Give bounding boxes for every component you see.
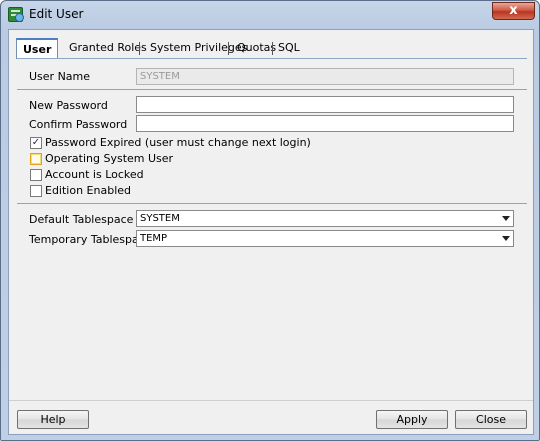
title-bar: Edit User x: [1, 1, 539, 29]
user-tab-panel: User Name SYSTEM New Password Confirm Pa…: [17, 58, 527, 408]
apply-button[interactable]: Apply: [376, 410, 448, 429]
edit-user-icon: [8, 7, 24, 22]
new-password-label: New Password: [29, 99, 108, 112]
user-name-label: User Name: [29, 70, 91, 83]
operating-system-user-label: Operating System User: [45, 152, 174, 165]
tab-strip: User Granted Roles System Privileges Quo…: [16, 38, 526, 59]
account-locked-checkbox[interactable]: [30, 169, 42, 181]
chevron-down-icon: [502, 236, 510, 241]
footer-divider: [9, 400, 533, 401]
close-button[interactable]: Close: [455, 410, 527, 429]
new-password-field[interactable]: [136, 96, 514, 113]
default-tablespace-value: SYSTEM: [140, 213, 180, 224]
default-tablespace-select[interactable]: SYSTEM: [136, 210, 514, 227]
chevron-down-icon: [502, 216, 510, 221]
default-tablespace-label: Default Tablespace: [29, 213, 134, 226]
edit-user-dialog: Edit User x User Granted Roles System Pr…: [0, 0, 540, 441]
dialog-content: User Granted Roles System Privileges Quo…: [8, 29, 534, 435]
password-expired-checkbox[interactable]: ✓: [30, 137, 42, 149]
temporary-tablespace-label: Temporary Tablespace: [29, 233, 152, 246]
edition-enabled-label: Edition Enabled: [45, 184, 132, 197]
window-close-button[interactable]: x: [492, 2, 535, 20]
password-expired-label: Password Expired (user must change next …: [45, 136, 311, 149]
tab-separator: [139, 42, 140, 55]
confirm-password-label: Confirm Password: [29, 118, 128, 131]
edition-enabled-checkbox[interactable]: [30, 185, 42, 197]
divider: [17, 89, 527, 90]
user-name-field: SYSTEM: [136, 68, 514, 85]
tab-sql[interactable]: SQL: [274, 40, 304, 58]
tab-separator: [228, 42, 229, 55]
tab-separator: [272, 42, 273, 55]
help-button[interactable]: Help: [17, 410, 89, 429]
temporary-tablespace-select[interactable]: TEMP: [136, 230, 514, 247]
window-title: Edit User: [29, 7, 84, 21]
temporary-tablespace-value: TEMP: [140, 233, 168, 244]
confirm-password-field[interactable]: [136, 115, 514, 132]
divider: [17, 203, 527, 204]
account-locked-label: Account is Locked: [45, 168, 144, 181]
tab-granted-roles[interactable]: Granted Roles: [65, 40, 151, 58]
operating-system-user-checkbox[interactable]: [30, 153, 42, 165]
tab-user[interactable]: User: [16, 38, 59, 59]
